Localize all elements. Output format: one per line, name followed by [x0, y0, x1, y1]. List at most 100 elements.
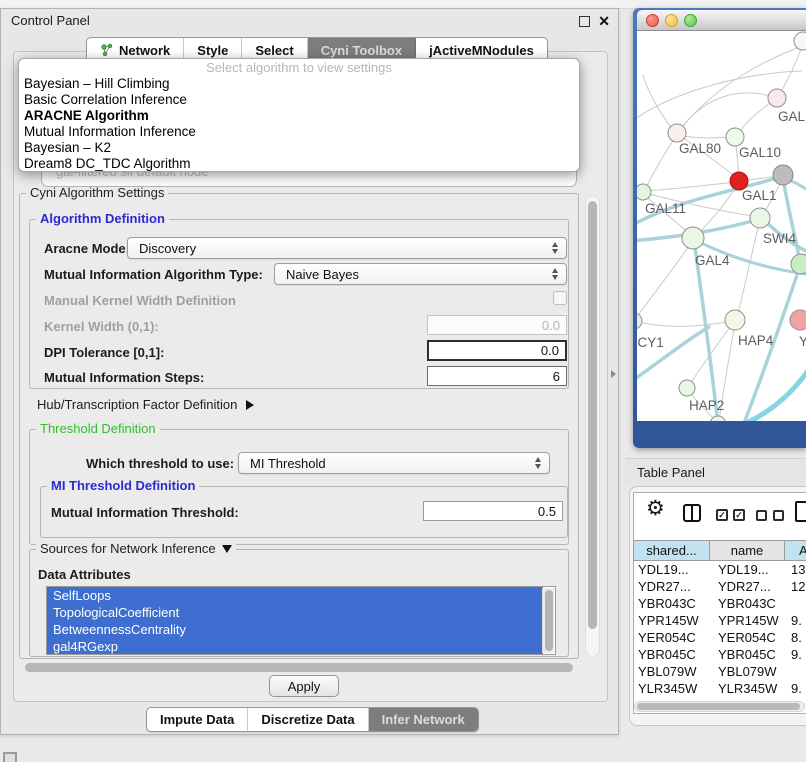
network-node[interactable]	[773, 165, 793, 185]
stepper-arrows-icon	[535, 457, 541, 469]
network-node-label: GAL80	[679, 141, 721, 156]
splitter-handle[interactable]	[611, 370, 616, 378]
network-canvas-svg: GALGAL80GAL10GAL1GAL11SWI4GAL4GCY1HAP4YH…	[637, 31, 806, 421]
hub-definition-expander[interactable]: Hub/Transcription Factor Definition	[37, 397, 254, 412]
table-cell: YBL079W	[633, 663, 710, 680]
settings-horizontal-scrollbar[interactable]	[21, 662, 591, 674]
network-node[interactable]	[726, 128, 744, 146]
table-row[interactable]: YBR045CYBR045C9.	[633, 646, 806, 663]
mi-type-label: Mutual Information Algorithm Type:	[44, 267, 263, 282]
network-edge[interactable]	[694, 241, 718, 421]
collapsed-panel-icon[interactable]	[3, 752, 17, 762]
network-node[interactable]	[725, 310, 745, 330]
network-edge[interactable]	[637, 240, 693, 319]
network-selector-combobox[interactable]: gal-filtered sif default node	[41, 171, 577, 187]
screen: Control Panel ✕ Network Style Select Cyn…	[0, 0, 806, 762]
algorithm-option[interactable]: Bayesian – K2	[19, 140, 579, 156]
data-attributes-label: Data Attributes	[38, 567, 131, 582]
tab-infer-network[interactable]: Infer Network	[369, 708, 478, 731]
network-node[interactable]	[794, 32, 806, 50]
table-row[interactable]: YBL079WYBL079W	[633, 663, 806, 680]
gear-icon[interactable]: ⚙	[646, 498, 665, 520]
table-row[interactable]: YIL052CYIL052C9.	[633, 697, 806, 700]
data-attribute-item[interactable]: BetweennessCentrality	[47, 621, 543, 638]
network-node[interactable]	[637, 313, 642, 329]
table-row[interactable]: YBR043CYBR043C	[633, 595, 806, 612]
column-header-name[interactable]: name	[709, 540, 785, 561]
zoom-button[interactable]	[684, 14, 697, 27]
mi-steps-label: Mutual Information Steps:	[44, 370, 204, 385]
table-cell: YBR045C	[710, 646, 785, 663]
algorithm-option[interactable]: Basic Correlation Inference	[19, 92, 579, 108]
network-edge[interactable]	[783, 177, 800, 262]
data-attribute-item[interactable]: gal4RGexp	[47, 638, 543, 655]
table-row[interactable]: YER054CYER054C8.	[633, 629, 806, 646]
kernel-width-field[interactable]: 0.0	[427, 315, 567, 335]
network-canvas[interactable]: GALGAL80GAL10GAL1GAL11SWI4GAL4GCY1HAP4YH…	[637, 31, 806, 421]
columns-icon[interactable]	[683, 504, 701, 522]
network-node[interactable]	[750, 208, 770, 228]
network-node[interactable]	[791, 254, 806, 274]
list-scrollbar[interactable]	[542, 588, 554, 653]
checkbox-unchecked-icon[interactable]	[756, 510, 767, 521]
checkbox-checked-icon[interactable]: ✓	[733, 509, 745, 521]
mi-type-combobox[interactable]: Naive Bayes	[274, 263, 567, 285]
network-edge[interactable]	[737, 220, 760, 318]
network-node[interactable]	[790, 310, 806, 330]
manual-kernel-checkbox[interactable]	[553, 291, 567, 305]
algorithm-option[interactable]: ARACNE Algorithm	[19, 108, 579, 124]
mi-steps-field[interactable]: 6	[427, 366, 567, 386]
minimize-button[interactable]	[665, 14, 678, 27]
network-node[interactable]	[637, 184, 651, 200]
close-button[interactable]	[646, 14, 659, 27]
threshold-definition-group: Threshold Definition Which threshold to …	[29, 429, 569, 545]
network-node[interactable]	[668, 124, 686, 142]
close-icon[interactable]: ✕	[598, 12, 610, 30]
network-node[interactable]	[679, 380, 695, 396]
tab-discretize-data[interactable]: Discretize Data	[248, 708, 368, 731]
mi-threshold-field[interactable]: 0.5	[423, 501, 563, 521]
table-row[interactable]: YPR145WYPR145W9.	[633, 612, 806, 629]
network-edge[interactable]	[637, 321, 733, 326]
tab-impute-data[interactable]: Impute Data	[147, 708, 248, 731]
aracne-mode-combobox[interactable]: Discovery	[127, 237, 567, 259]
network-edge[interactable]	[679, 93, 777, 131]
network-node-label: GAL4	[695, 253, 730, 268]
checkbox-unchecked-icon[interactable]	[773, 510, 784, 521]
network-node-label: GAL	[778, 109, 806, 124]
network-edge[interactable]	[678, 135, 733, 138]
settings-vertical-scrollbar[interactable]	[585, 195, 600, 657]
data-attribute-item[interactable]: TopologicalCoefficient	[47, 604, 543, 621]
network-node[interactable]	[682, 227, 704, 249]
table-horizontal-scrollbar[interactable]	[634, 701, 805, 712]
table-row[interactable]: YDR27...YDR27...12...	[633, 578, 806, 595]
hub-definition-label: Hub/Transcription Factor Definition	[37, 397, 237, 412]
algorithm-option[interactable]: Mutual Information Inference	[19, 124, 579, 140]
table-row[interactable]: YLR345WYLR345W9.	[633, 680, 806, 697]
algorithm-placeholder: Select algorithm to view settings	[19, 60, 579, 76]
table-cell: YBR043C	[710, 595, 785, 612]
sources-title[interactable]: Sources for Network Inference	[36, 541, 236, 556]
network-node-label: GCY1	[637, 335, 664, 350]
data-attribute-item[interactable]: SelfLoops	[47, 587, 543, 604]
mi-threshold-definition-group: MI Threshold Definition Mutual Informati…	[40, 486, 568, 538]
network-edge[interactable]	[645, 182, 737, 191]
dpi-tolerance-field[interactable]: 0.0	[427, 340, 567, 361]
table-cell: YER054C	[710, 629, 785, 646]
algorithm-option[interactable]: Bayesian – Hill Climbing	[19, 76, 579, 92]
table-cell: 9.	[785, 612, 806, 629]
apply-button[interactable]: Apply	[269, 675, 339, 697]
network-window-titlebar[interactable]	[637, 10, 806, 31]
network-node[interactable]	[768, 89, 786, 107]
column-header-shared[interactable]: shared...	[633, 540, 710, 561]
network-edge[interactable]	[645, 134, 677, 190]
algorithm-option[interactable]: Dream8 DC_TDC Algorithm	[19, 156, 579, 172]
table-cell: 8.	[785, 629, 806, 646]
checkbox-checked-icon[interactable]: ✓	[716, 509, 728, 521]
column-header-partial[interactable]: A	[784, 540, 806, 561]
expand-arrow-icon	[246, 400, 254, 410]
table-row[interactable]: YDL19...YDL19...13...	[633, 561, 806, 578]
float-icon[interactable]	[579, 16, 590, 27]
which-threshold-combobox[interactable]: MI Threshold	[238, 452, 550, 474]
document-icon[interactable]	[795, 501, 806, 522]
